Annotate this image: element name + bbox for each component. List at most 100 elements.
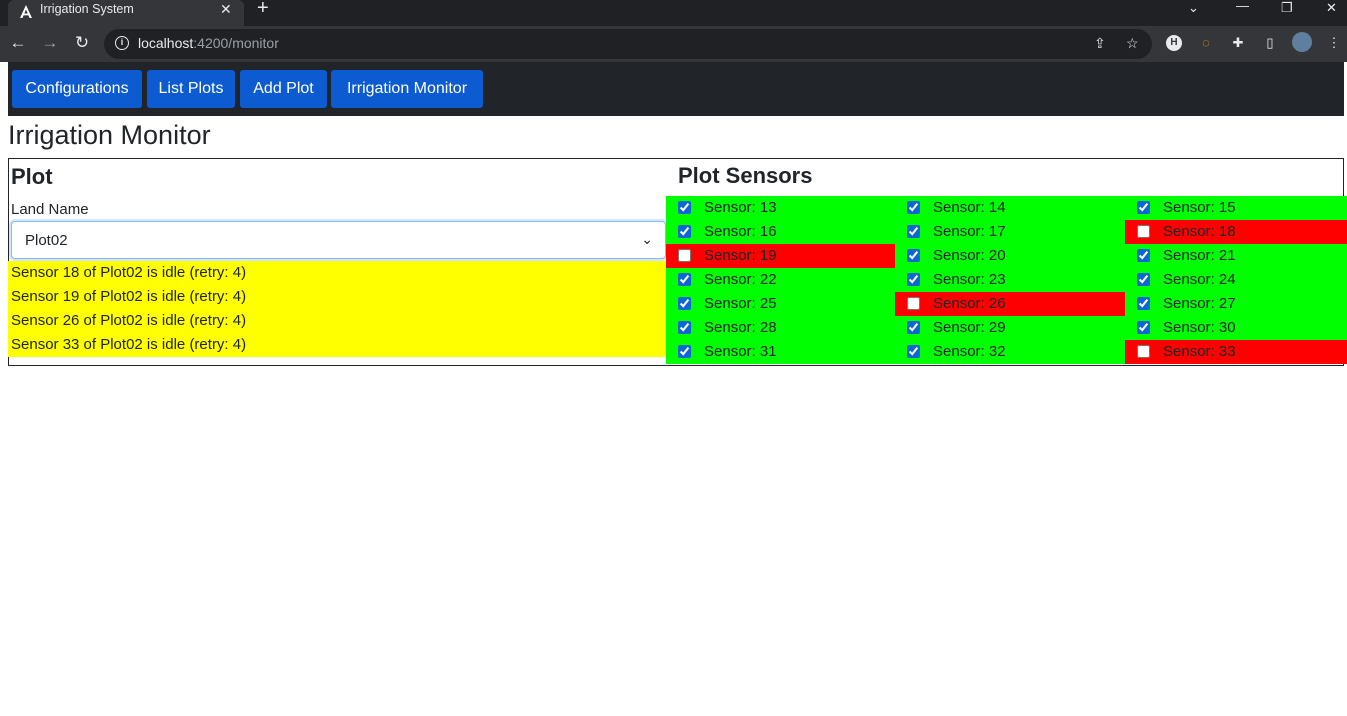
plot-sensors-heading: Plot Sensors xyxy=(678,163,813,188)
sensor-label: Sensor: 30 xyxy=(1163,319,1236,336)
new-tab-icon[interactable]: + xyxy=(257,0,269,18)
url-text: localhost:4200/monitor xyxy=(138,35,279,51)
browser-tab[interactable]: Irrigation System ✕ xyxy=(8,0,244,26)
app-navbar: Configurations List Plots Add Plot Irrig… xyxy=(8,62,1344,116)
browser-toolbar: ← → ↻ i localhost:4200/monitor ⇪ ☆ H ◌ ✚… xyxy=(0,26,1347,62)
address-bar[interactable]: i localhost:4200/monitor ⇪ ☆ xyxy=(104,29,1152,59)
sensor-label: Sensor: 33 xyxy=(1163,343,1236,360)
sensor-checkbox[interactable] xyxy=(907,273,920,286)
sensor-checkbox[interactable] xyxy=(907,297,920,310)
sensor-label: Sensor: 15 xyxy=(1163,199,1236,216)
sensor-checkbox[interactable] xyxy=(678,345,691,358)
star-icon[interactable]: ☆ xyxy=(1126,35,1139,52)
menu-kebab-icon[interactable]: ⋮ xyxy=(1326,35,1342,51)
sensor-cell: Sensor: 18 xyxy=(1125,220,1347,244)
sensor-cell: Sensor: 23 xyxy=(895,268,1125,292)
irrigation-monitor-button[interactable]: Irrigation Monitor xyxy=(331,70,483,108)
sensor-cell: Sensor: 26 xyxy=(895,292,1125,316)
sensor-label: Sensor: 23 xyxy=(933,271,1006,288)
reload-icon[interactable]: ↻ xyxy=(71,32,93,54)
sensor-checkbox[interactable] xyxy=(907,249,920,262)
sensor-checkbox[interactable] xyxy=(1137,273,1150,286)
sensor-label: Sensor: 26 xyxy=(933,295,1006,312)
sensor-cell: Sensor: 29 xyxy=(895,316,1125,340)
sensor-cell: Sensor: 16 xyxy=(666,220,895,244)
sensor-checkbox[interactable] xyxy=(678,321,691,334)
sensor-cell: Sensor: 28 xyxy=(666,316,895,340)
window-close-icon[interactable]: ✕ xyxy=(1326,1,1337,14)
sensor-cell: Sensor: 13 xyxy=(666,196,895,220)
sensor-cell: Sensor: 30 xyxy=(1125,316,1347,340)
extension-h-icon[interactable]: H xyxy=(1166,35,1182,51)
chevron-down-icon: ⌄ xyxy=(641,231,653,247)
list-plots-button[interactable]: List Plots xyxy=(147,70,235,108)
sensor-checkbox[interactable] xyxy=(1137,297,1150,310)
minimize-icon[interactable]: — xyxy=(1236,0,1249,12)
sensor-label: Sensor: 18 xyxy=(1163,223,1236,240)
land-name-select[interactable]: Plot02 ⌄ xyxy=(11,221,666,259)
sensor-checkbox[interactable] xyxy=(1137,201,1150,214)
sensor-label: Sensor: 19 xyxy=(704,247,777,264)
share-icon[interactable]: ⇪ xyxy=(1094,35,1106,52)
sensor-checkbox[interactable] xyxy=(1137,225,1150,238)
sensor-label: Sensor: 32 xyxy=(933,343,1006,360)
sensor-cell: Sensor: 15 xyxy=(1125,196,1347,220)
plot-heading: Plot xyxy=(11,164,53,189)
sensor-label: Sensor: 20 xyxy=(933,247,1006,264)
close-icon[interactable]: ✕ xyxy=(220,1,232,17)
sensor-cell: Sensor: 17 xyxy=(895,220,1125,244)
sensor-label: Sensor: 29 xyxy=(933,319,1006,336)
add-plot-button[interactable]: Add Plot xyxy=(240,70,327,108)
sensor-cell: Sensor: 14 xyxy=(895,196,1125,220)
sensor-checkbox[interactable] xyxy=(678,273,691,286)
sensor-label: Sensor: 13 xyxy=(704,199,777,216)
extensions-puzzle-icon[interactable]: ✚ xyxy=(1230,35,1246,51)
sensor-checkbox[interactable] xyxy=(1137,249,1150,262)
sensor-label: Sensor: 28 xyxy=(704,319,777,336)
sensor-cell: Sensor: 31 xyxy=(666,340,895,364)
sensor-cell: Sensor: 32 xyxy=(895,340,1125,364)
sensor-cell: Sensor: 20 xyxy=(895,244,1125,268)
side-panel-icon[interactable]: ▯ xyxy=(1262,35,1278,51)
back-icon[interactable]: ← xyxy=(7,32,29,54)
sensor-label: Sensor: 16 xyxy=(704,223,777,240)
sensor-label: Sensor: 22 xyxy=(704,271,777,288)
sensor-label: Sensor: 31 xyxy=(704,343,777,360)
sensor-checkbox[interactable] xyxy=(1137,345,1150,358)
sensor-cell: Sensor: 22 xyxy=(666,268,895,292)
alert-item: Sensor 19 of Plot02 is idle (retry: 4) xyxy=(11,288,247,305)
sensor-label: Sensor: 25 xyxy=(704,295,777,312)
sensor-cell: Sensor: 19 xyxy=(666,244,895,268)
site-info-icon[interactable]: i xyxy=(115,36,129,50)
alert-item: Sensor 33 of Plot02 is idle (retry: 4) xyxy=(11,336,247,353)
sensor-checkbox[interactable] xyxy=(907,321,920,334)
browser-tab-strip: Irrigation System ✕ + ⌄ — ❐ ✕ xyxy=(0,0,1347,26)
sensor-checkbox[interactable] xyxy=(907,225,920,238)
configurations-button[interactable]: Configurations xyxy=(12,70,142,108)
land-name-value: Plot02 xyxy=(25,232,68,249)
tab-title: Irrigation System xyxy=(40,2,134,16)
sensor-checkbox[interactable] xyxy=(907,201,920,214)
alert-item: Sensor 18 of Plot02 is idle (retry: 4) xyxy=(11,264,247,281)
alert-item: Sensor 26 of Plot02 is idle (retry: 4) xyxy=(11,312,247,329)
forward-icon[interactable]: → xyxy=(39,32,61,54)
page-title: Irrigation Monitor xyxy=(8,120,211,150)
tab-search-icon[interactable]: ⌄ xyxy=(1188,1,1199,14)
sensor-checkbox[interactable] xyxy=(678,225,691,238)
sensor-label: Sensor: 27 xyxy=(1163,295,1236,312)
sensor-checkbox[interactable] xyxy=(678,201,691,214)
sensor-checkbox[interactable] xyxy=(678,297,691,310)
sensor-checkbox[interactable] xyxy=(1137,321,1150,334)
extension-ring-icon[interactable]: ◌ xyxy=(1198,35,1214,51)
angular-logo-icon xyxy=(20,5,32,18)
sensor-cell: Sensor: 33 xyxy=(1125,340,1347,364)
sensor-checkbox[interactable] xyxy=(907,345,920,358)
profile-avatar-icon[interactable] xyxy=(1292,32,1312,52)
sensor-cell: Sensor: 24 xyxy=(1125,268,1347,292)
sensor-label: Sensor: 14 xyxy=(933,199,1006,216)
idle-alerts-list: Sensor 18 of Plot02 is idle (retry: 4) S… xyxy=(8,261,666,357)
sensor-label: Sensor: 24 xyxy=(1163,271,1236,288)
restore-icon[interactable]: ❐ xyxy=(1281,1,1293,14)
sensor-cell: Sensor: 25 xyxy=(666,292,895,316)
sensor-checkbox[interactable] xyxy=(678,249,691,262)
